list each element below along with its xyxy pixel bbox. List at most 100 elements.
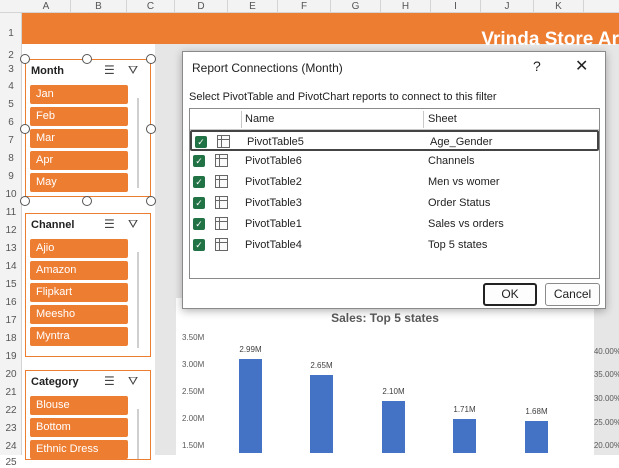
list-row[interactable]: ✓ PivotTable2 Men vs womer	[190, 172, 599, 193]
clear-filter-icon[interactable]: ⛛	[128, 217, 138, 232]
sales-top-5-states-chart[interactable]: Sales: Top 5 states 3.50M 3.00M 2.50M 2.…	[176, 298, 594, 455]
chart-bar[interactable]	[239, 359, 262, 453]
row-header[interactable]: 22	[0, 405, 22, 416]
row-header[interactable]: 17	[0, 315, 22, 326]
close-icon[interactable]: ✕	[575, 56, 588, 76]
slicer-item-may[interactable]: May	[30, 173, 128, 192]
column-header-f[interactable]: F	[278, 0, 331, 13]
slicer-title: Channel	[31, 219, 75, 231]
row-header[interactable]: 13	[0, 243, 22, 254]
slicer-item-amazon[interactable]: Amazon	[30, 261, 128, 280]
row-header[interactable]: 10	[0, 189, 22, 200]
column-header-k[interactable]: K	[534, 0, 584, 13]
slicer-item-feb[interactable]: Feb	[30, 107, 128, 126]
checkbox-checked[interactable]: ✓	[193, 218, 205, 230]
column-divider[interactable]	[241, 111, 242, 128]
slicer-item-apr[interactable]: Apr	[30, 151, 128, 170]
column-header-g[interactable]: G	[331, 0, 381, 13]
slicer-category[interactable]: Category ☰ ⛛ Blouse Bottom Ethnic Dress	[25, 370, 151, 460]
slicer-item-meesho[interactable]: Meesho	[30, 305, 128, 324]
resize-handle[interactable]	[20, 196, 30, 206]
list-row[interactable]: ✓ PivotTable1 Sales vs orders	[190, 214, 599, 235]
slicer-scrollbar[interactable]	[137, 409, 139, 459]
column-header-sheet[interactable]: Sheet	[428, 113, 457, 125]
checkbox-checked[interactable]: ✓	[193, 239, 205, 251]
clear-filter-icon[interactable]: ⛛	[128, 374, 138, 389]
row-header[interactable]: 11	[0, 207, 22, 218]
chart-bar[interactable]	[453, 419, 476, 453]
row-header[interactable]: 1	[0, 28, 22, 39]
checkbox-checked[interactable]: ✓	[193, 197, 205, 209]
row-header[interactable]: 23	[0, 423, 22, 434]
list-row[interactable]: ✓ PivotTable6 Channels	[190, 151, 599, 172]
row-header[interactable]: 2	[0, 50, 22, 61]
pivot-connections-list[interactable]: Name Sheet ✓ PivotTable5 Age_Gender ✓ Pi…	[189, 108, 600, 279]
slicer-item-bottom[interactable]: Bottom	[30, 418, 128, 437]
column-header-e[interactable]: E	[228, 0, 278, 13]
checkbox-checked[interactable]: ✓	[195, 136, 207, 148]
cancel-button[interactable]: Cancel	[545, 283, 600, 306]
column-header-h[interactable]: H	[381, 0, 431, 13]
list-row[interactable]: ✓ PivotTable5 Age_Gender	[190, 130, 599, 151]
resize-handle[interactable]	[20, 54, 30, 64]
row-header[interactable]: 15	[0, 279, 22, 290]
slicer-item-ajio[interactable]: Ajio	[30, 239, 128, 258]
multi-select-icon[interactable]: ☰	[104, 374, 115, 388]
resize-handle[interactable]	[82, 54, 92, 64]
row-header[interactable]: 3	[0, 64, 22, 75]
row-header[interactable]: 6	[0, 117, 22, 128]
column-header-i[interactable]: I	[431, 0, 481, 13]
column-header-c[interactable]: C	[127, 0, 175, 13]
slicer-item-jan[interactable]: Jan	[30, 85, 128, 104]
row-header[interactable]: 21	[0, 387, 22, 398]
slicer-channel[interactable]: Channel ☰ ⛛ Ajio Amazon Flipkart Meesho …	[25, 213, 151, 357]
chart-bar[interactable]	[525, 420, 548, 453]
resize-handle[interactable]	[146, 54, 156, 64]
report-connections-dialog[interactable]: Report Connections (Month) ? ✕ Select Pi…	[182, 51, 606, 309]
row-header[interactable]: 19	[0, 351, 22, 362]
row-header[interactable]: 12	[0, 225, 22, 236]
slicer-item-mar[interactable]: Mar	[30, 129, 128, 148]
resize-handle[interactable]	[146, 196, 156, 206]
multi-select-icon[interactable]: ☰	[104, 217, 115, 231]
y2-axis-tick: 25.00%	[593, 418, 619, 427]
row-header[interactable]: 20	[0, 369, 22, 380]
chart-bar[interactable]	[382, 401, 405, 453]
row-header[interactable]: 7	[0, 135, 22, 146]
row-header[interactable]: 8	[0, 153, 22, 164]
row-header[interactable]: 5	[0, 99, 22, 110]
slicer-item-blouse[interactable]: Blouse	[30, 396, 128, 415]
row-header[interactable]: 9	[0, 171, 22, 182]
row-header[interactable]: 25	[0, 457, 22, 468]
resize-handle[interactable]	[82, 196, 92, 206]
list-row[interactable]: ✓ PivotTable4 Top 5 states	[190, 235, 599, 256]
clear-filter-icon[interactable]: ⛛	[128, 63, 138, 78]
multi-select-icon[interactable]: ☰	[104, 63, 115, 77]
slicer-scrollbar[interactable]	[137, 252, 139, 348]
column-header-a[interactable]: A	[22, 0, 71, 13]
column-header-j[interactable]: J	[481, 0, 534, 13]
resize-handle[interactable]	[146, 124, 156, 134]
column-header-b[interactable]: B	[71, 0, 127, 13]
resize-handle[interactable]	[20, 124, 30, 134]
row-header[interactable]: 16	[0, 297, 22, 308]
row-header[interactable]: 24	[0, 441, 22, 452]
slicer-item-flipkart[interactable]: Flipkart	[30, 283, 128, 302]
column-header-name[interactable]: Name	[245, 113, 274, 125]
column-header-d[interactable]: D	[175, 0, 228, 13]
chart-bar[interactable]	[310, 375, 333, 453]
pivot-sheet: Top 5 states	[428, 239, 488, 251]
checkbox-checked[interactable]: ✓	[193, 155, 205, 167]
slicer-scrollbar[interactable]	[137, 98, 139, 188]
help-icon[interactable]: ?	[533, 58, 541, 74]
row-header[interactable]: 14	[0, 261, 22, 272]
row-header[interactable]: 18	[0, 333, 22, 344]
list-row[interactable]: ✓ PivotTable3 Order Status	[190, 193, 599, 214]
column-divider[interactable]	[423, 111, 424, 128]
slicer-item-myntra[interactable]: Myntra	[30, 327, 128, 346]
row-header[interactable]: 4	[0, 81, 22, 92]
slicer-item-ethnic-dress[interactable]: Ethnic Dress	[30, 440, 128, 459]
slicer-month[interactable]: Month ☰ ⛛ Jan Feb Mar Apr May	[25, 59, 151, 197]
ok-button[interactable]: OK	[483, 283, 537, 306]
checkbox-checked[interactable]: ✓	[193, 176, 205, 188]
